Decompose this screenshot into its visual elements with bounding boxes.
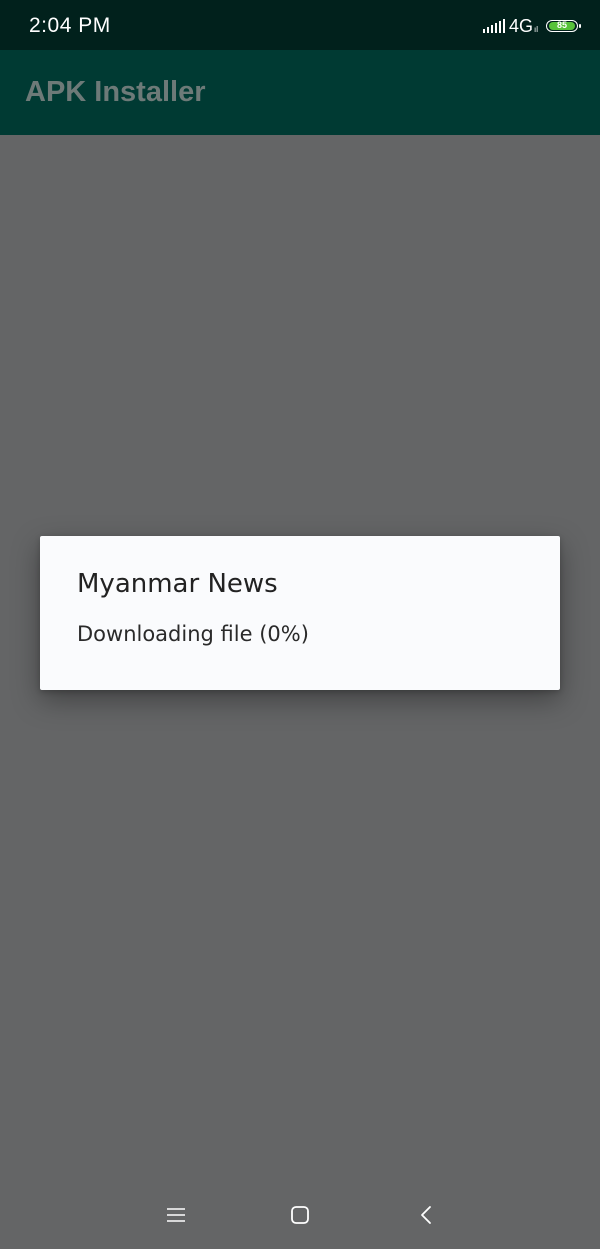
battery-level: 85 xyxy=(556,20,567,30)
status-bar: 2:04 PM 4Gıl 85 xyxy=(0,0,600,50)
signal-icon xyxy=(482,19,505,33)
network-label: 4G xyxy=(508,15,533,36)
status-icons: 4Gıl 85 xyxy=(482,15,581,37)
dialog-message: Downloading file (0%) xyxy=(77,622,309,646)
status-time: 2:04 PM xyxy=(29,14,111,37)
home-icon xyxy=(291,1206,309,1224)
network-sub-label: ıl xyxy=(534,24,538,34)
battery-icon: 85 xyxy=(546,20,581,32)
app-bar: APK Installer xyxy=(0,50,600,135)
progress-dialog: Myanmar News Downloading file (0%) xyxy=(40,536,560,690)
back-icon xyxy=(421,1206,431,1224)
home-button[interactable] xyxy=(280,1200,320,1230)
dialog-title: Myanmar News xyxy=(77,569,278,599)
navigation-bar xyxy=(0,1180,600,1249)
menu-icon xyxy=(167,1208,185,1222)
back-button[interactable] xyxy=(406,1200,446,1230)
recents-button[interactable] xyxy=(156,1200,196,1230)
network-type: 4Gıl xyxy=(509,16,538,37)
app-title: APK Installer xyxy=(25,76,206,108)
